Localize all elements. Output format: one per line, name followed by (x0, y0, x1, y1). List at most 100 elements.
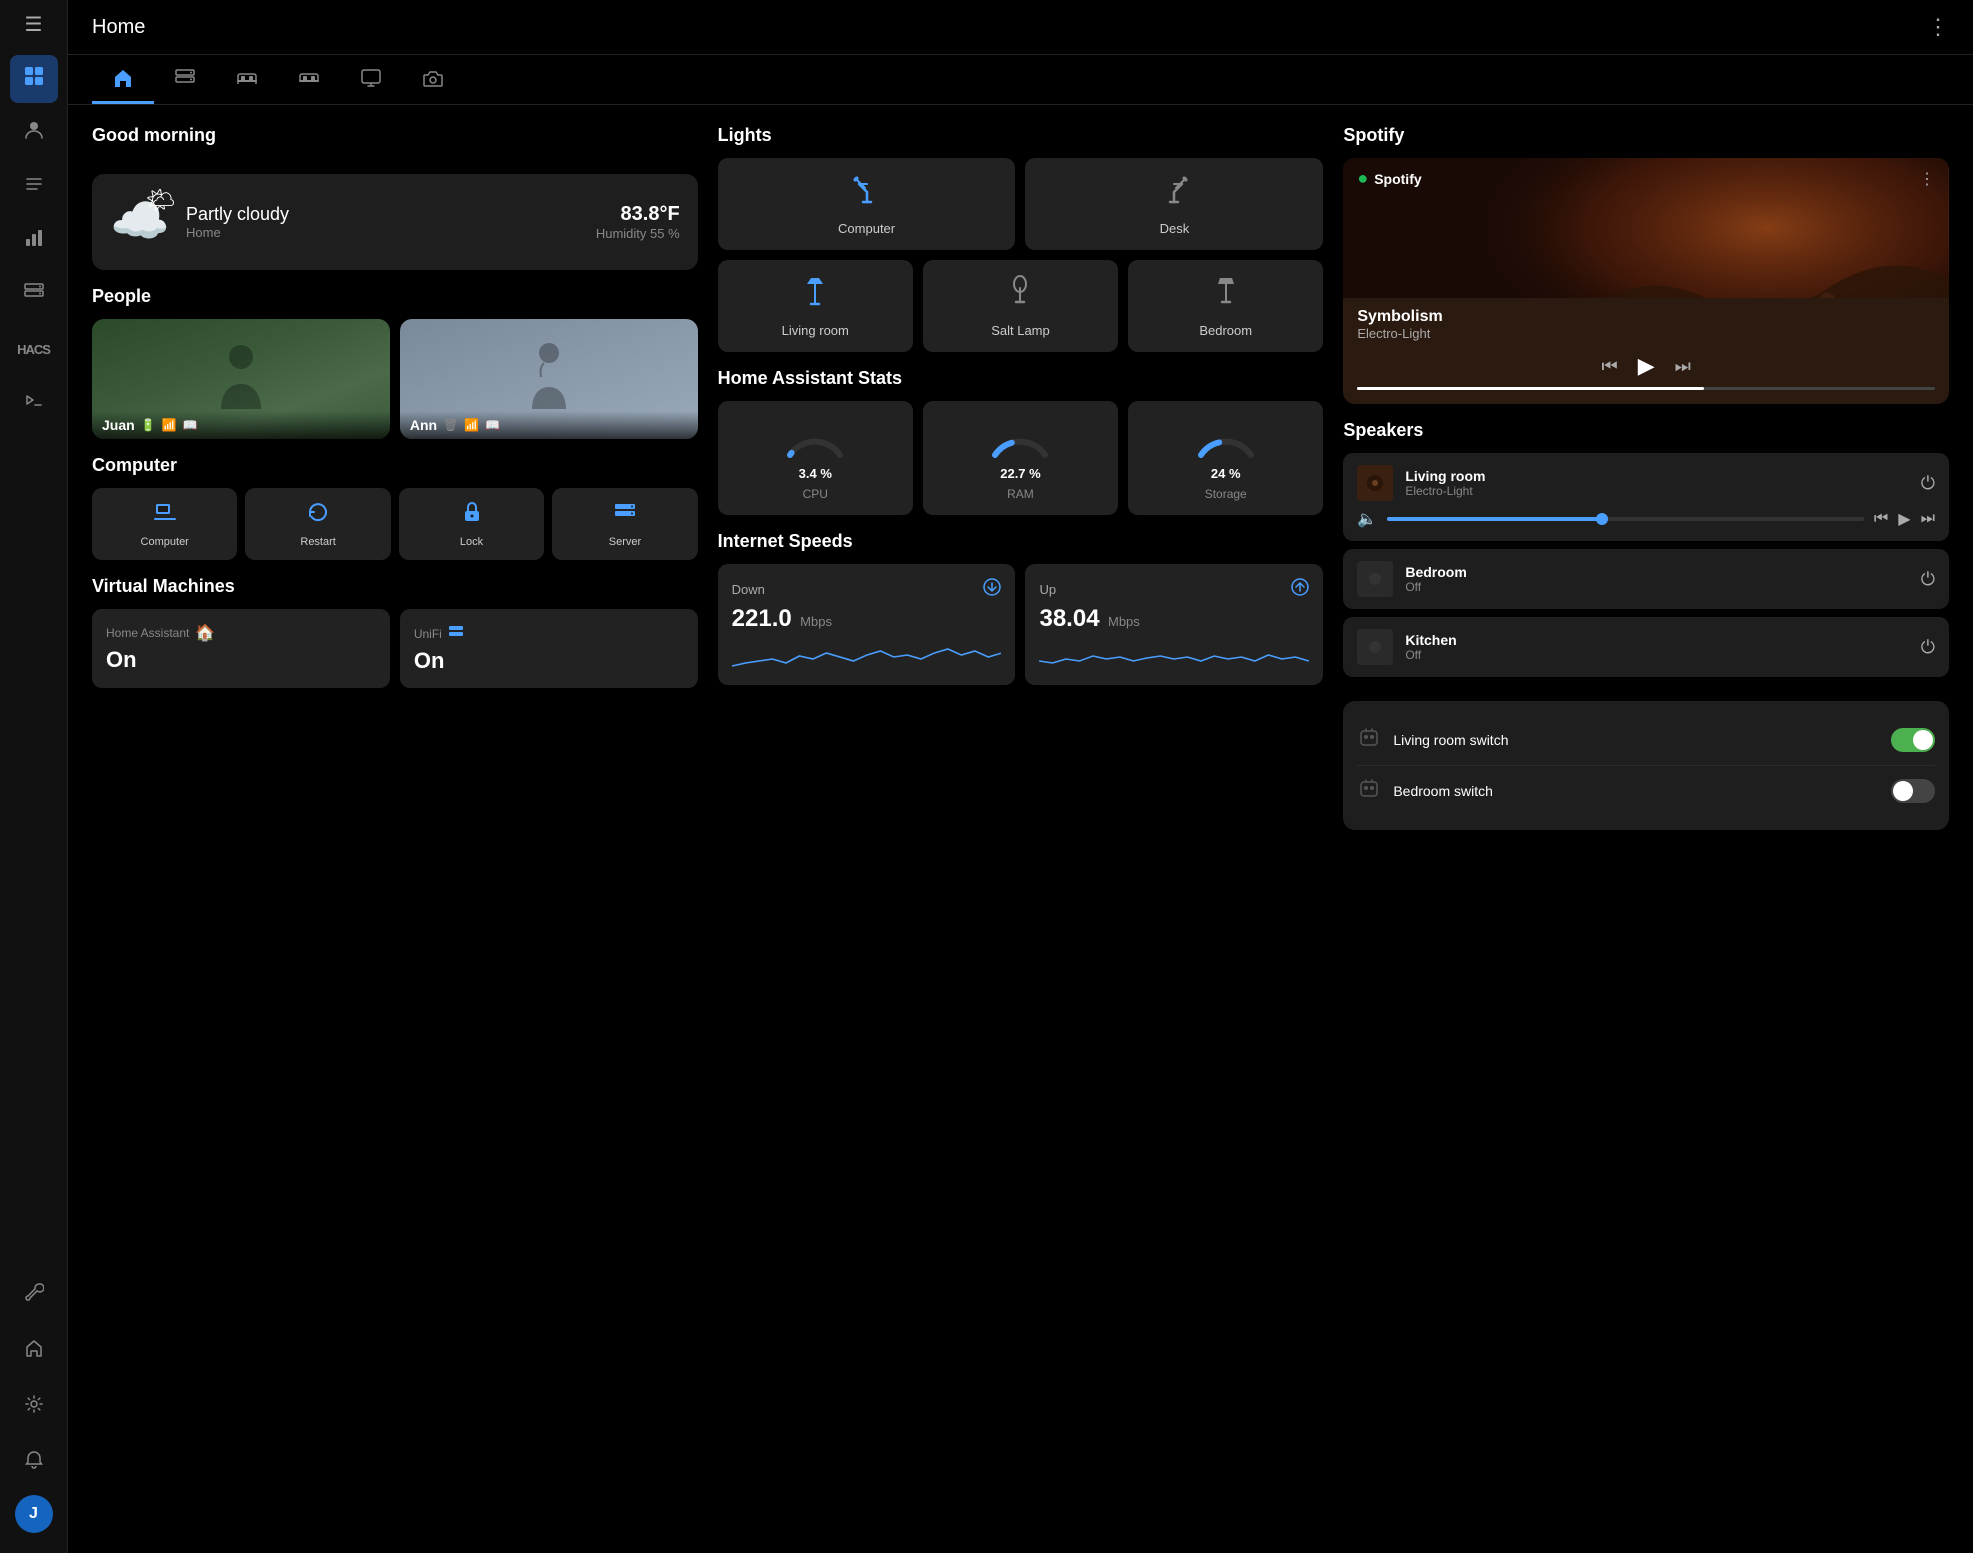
speaker-next-button[interactable]: ⏭ (1921, 510, 1935, 528)
more-button[interactable]: ⋮ (1927, 14, 1949, 40)
tab-home[interactable] (92, 55, 154, 104)
speaker-prev-button[interactable]: ⏮ (1874, 510, 1888, 528)
speed-up-icon (1291, 578, 1309, 601)
vm-card-unifi[interactable]: UniFi On (400, 609, 698, 688)
spotify-next-button[interactable]: ⏭ (1675, 356, 1691, 377)
speaker-bedroom-power-button[interactable]: ⏻ (1921, 569, 1935, 590)
computer-button-restart[interactable]: Restart (245, 488, 390, 560)
spotify-more-button[interactable]: ⋮ (1919, 169, 1935, 189)
tab-bedroom2[interactable] (278, 55, 340, 104)
switch-living-room-name: Living room switch (1393, 732, 1879, 748)
sidebar-item-person[interactable] (10, 109, 58, 157)
sidebar-item-settings[interactable] (10, 1383, 58, 1431)
weather-location: Home (186, 225, 580, 240)
speaker-kitchen-row: Kitchen Off ⏻ (1357, 629, 1935, 665)
greeting-section: Good morning (92, 125, 698, 158)
speaker-bedroom-row: Bedroom Off ⏻ (1357, 561, 1935, 597)
person-card-ann[interactable]: Ann 🗑 📶 📖 (400, 319, 698, 439)
speaker-kitchen-power-button[interactable]: ⏻ (1921, 637, 1935, 658)
topbar: Home ⋮ (68, 0, 1973, 55)
person-ann-trash: 🗑 (443, 418, 458, 432)
speaker-living-room-name: Living room (1405, 468, 1908, 484)
greeting-title: Good morning (92, 125, 698, 146)
speaker-play-button[interactable]: ▶ (1898, 509, 1910, 529)
stat-card-storage: 24 % Storage (1128, 401, 1323, 515)
lights-title: Lights (718, 125, 1324, 146)
internet-title: Internet Speeds (718, 531, 1324, 552)
person-card-juan[interactable]: Juan 🔋 📶 📖 (92, 319, 390, 439)
tab-bedroom1[interactable] (216, 55, 278, 104)
desk-lamp-icon-blue (849, 172, 885, 213)
sidebar-item-tool[interactable] (10, 1271, 58, 1319)
weather-info: Partly cloudy Home (186, 204, 580, 240)
sidebar-item-bell[interactable] (10, 1439, 58, 1487)
sidebar-item-list[interactable] (10, 163, 58, 211)
tab-server[interactable] (154, 55, 216, 104)
spotify-song: Symbolism (1357, 308, 1935, 326)
computer-button-server-label: Server (609, 536, 641, 548)
speaker-living-room-power-button[interactable]: ⏻ (1921, 473, 1935, 494)
spotify-progress-bar[interactable] (1357, 387, 1935, 390)
tab-monitor[interactable] (340, 55, 402, 104)
cpu-value: 3.4 % (799, 466, 832, 481)
speed-up-label: Up (1039, 582, 1056, 597)
dashboard-icon (23, 65, 45, 93)
computer-button-server[interactable]: Server (552, 488, 697, 560)
speaker-living-room-status: Electro-Light (1405, 484, 1908, 498)
sidebar-item-home[interactable] (10, 1327, 58, 1375)
spotify-play-button[interactable]: ▶ (1638, 353, 1655, 379)
volume-fill (1387, 517, 1601, 521)
computer-grid: Computer Restart (92, 488, 698, 560)
person-juan-book: 📖 (183, 418, 198, 432)
ha-icon: 🏠 (195, 623, 215, 643)
toggle-bedroom[interactable] (1891, 779, 1935, 803)
speed-down-value: 221.0 (732, 605, 792, 632)
volume-slider[interactable] (1387, 517, 1864, 521)
sidebar-item-server[interactable] (10, 271, 58, 319)
spotify-prev-button[interactable]: ⏮ (1602, 356, 1618, 377)
vm-status-ha: On (106, 647, 376, 673)
person-ann-book: 📖 (485, 418, 500, 432)
weather-icon-container: ☁️ 🌤 (110, 192, 170, 252)
switch-bedroom-icon (1357, 776, 1381, 806)
menu-icon[interactable]: ☰ (25, 12, 43, 37)
ram-value: 22.7 % (1000, 466, 1040, 481)
light-btn-bedroom[interactable]: Bedroom (1128, 260, 1323, 352)
light-btn-living-room[interactable]: Living room (718, 260, 913, 352)
speed-down-header: Down (732, 578, 1002, 601)
lights-section: Lights Com (718, 125, 1324, 352)
speaker-bedroom-info: Bedroom Off (1405, 564, 1908, 594)
sidebar-item-dashboard[interactable] (10, 55, 58, 103)
weather-condition: Partly cloudy (186, 204, 580, 225)
spotify-info: Symbolism Electro-Light (1343, 298, 1949, 345)
sidebar-item-hacs[interactable]: HACS (10, 325, 58, 373)
spotify-artist: Electro-Light (1357, 326, 1935, 341)
cpu-gauge (780, 415, 850, 460)
switches-card: Living room switch (1343, 701, 1949, 830)
toggle-living-room[interactable] (1891, 728, 1935, 752)
light-label-bedroom: Bedroom (1199, 323, 1252, 338)
volume-icon: 🔈 (1357, 509, 1377, 529)
sidebar-item-vscode[interactable] (10, 379, 58, 427)
ram-gauge (985, 415, 1055, 460)
vm-card-homeassistant[interactable]: Home Assistant 🏠 On (92, 609, 390, 688)
light-btn-computer[interactable]: Computer (718, 158, 1016, 250)
column-2: Lights Com (718, 125, 1324, 830)
weather-card: ☁️ 🌤 Partly cloudy Home 83.8°F Humidity … (92, 174, 698, 270)
computer-button-computer[interactable]: Computer (92, 488, 237, 560)
speed-down-value-row: 221.0 Mbps (732, 605, 1002, 633)
gear-icon (24, 1394, 44, 1420)
computer-button-lock[interactable]: Lock (399, 488, 544, 560)
switch-bedroom-name: Bedroom switch (1393, 783, 1879, 799)
light-btn-desk[interactable]: Desk (1025, 158, 1323, 250)
light-label-salt-lamp: Salt Lamp (991, 323, 1050, 338)
tabbar (68, 55, 1973, 105)
light-btn-salt-lamp[interactable]: Salt Lamp (923, 260, 1118, 352)
spotify-card: ● Spotify ⋮ Symbolism Electro-Light ⏮ ▶ (1343, 158, 1949, 404)
storage-gauge (1191, 415, 1261, 460)
avatar-label: J (29, 1505, 38, 1523)
avatar[interactable]: J (15, 1495, 53, 1533)
tab-camera[interactable] (402, 55, 464, 104)
weather-humidity: Humidity 55 % (596, 226, 680, 241)
sidebar-item-chart[interactable] (10, 217, 58, 265)
